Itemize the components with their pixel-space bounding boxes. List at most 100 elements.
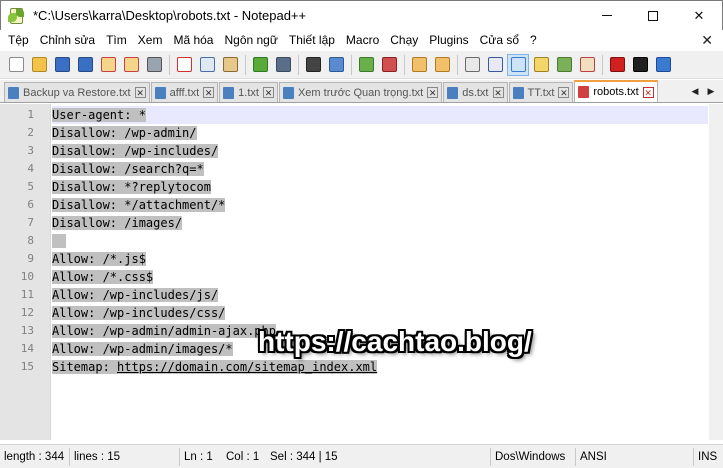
status-mode[interactable]: INS	[694, 448, 722, 466]
function-list-button[interactable]	[576, 54, 598, 76]
minimize-button[interactable]	[584, 1, 630, 31]
vertical-scrollbar[interactable]	[709, 104, 723, 440]
code-line[interactable]: Disallow: /wp-admin/	[52, 124, 197, 142]
word-wrap-button[interactable]	[461, 54, 483, 76]
tab-close-icon[interactable]: ✕	[427, 87, 439, 98]
status-lines: lines : 15	[70, 447, 180, 466]
editor-pane[interactable]: 1 2 3 4 5 6 7 8 9 10 11 12 13 14 15 User-agent: * Disal…	[0, 104, 723, 444]
indent-guide-button[interactable]	[507, 53, 529, 76]
udl-button[interactable]	[530, 54, 552, 76]
tab-3[interactable]: Xem trước Quan trọng.txt ✕	[278, 82, 443, 102]
menu-edit[interactable]: Chỉnh sửa	[35, 30, 101, 51]
sync-horizontal-button[interactable]	[431, 54, 453, 76]
unsaved-file-icon	[578, 86, 590, 98]
tab-5[interactable]: TT.txt ✕	[508, 82, 574, 102]
record-macro-button[interactable]	[606, 54, 628, 76]
menu-window[interactable]: Cửa sổ	[475, 30, 525, 51]
tab-close-icon[interactable]: ✕	[134, 87, 146, 98]
line-number: 2	[27, 126, 34, 139]
tab-close-icon[interactable]: ✕	[558, 87, 570, 98]
open-file-icon	[31, 57, 47, 72]
tab-label: 1.txt	[238, 86, 259, 99]
code-line[interactable]: Disallow: /wp-includes/	[52, 142, 219, 160]
line-number: 4	[27, 162, 34, 175]
code-line[interactable]: Sitemap: https://domain.com/sitemap_inde…	[52, 358, 378, 376]
udl-icon	[533, 57, 549, 72]
code-line[interactable]: Allow: /wp-includes/css/	[52, 304, 226, 322]
zoom-out-button[interactable]	[378, 54, 400, 76]
menu-encoding[interactable]: Mã hóa	[168, 30, 219, 51]
play-macro-button[interactable]	[652, 54, 674, 76]
code-line[interactable]: Disallow: */attachment/*	[52, 196, 226, 214]
menu-view[interactable]: Xem	[133, 30, 169, 51]
code-line[interactable]: Disallow: *?replytocom	[52, 178, 211, 196]
tab-0[interactable]: Backup va Restore.txt ✕	[4, 82, 150, 102]
sync-vertical-icon	[411, 57, 427, 72]
close-window-button[interactable]: ✕	[676, 1, 722, 31]
sync-vertical-button[interactable]	[408, 54, 430, 76]
tab-2[interactable]: 1.txt ✕	[219, 82, 278, 102]
copy-button[interactable]	[196, 54, 218, 76]
status-encoding[interactable]: ANSI	[576, 447, 694, 466]
menu-run[interactable]: Chạy	[385, 30, 424, 51]
tab-6[interactable]: robots.txt ✕	[574, 80, 658, 102]
menu-bar: Tệp Chỉnh sửa Tìm Xem Mã hóa Ngôn ngữ Th…	[0, 30, 723, 51]
tab-close-icon[interactable]: ✕	[492, 87, 504, 98]
close-file-button[interactable]	[97, 54, 119, 76]
line-number: 13	[20, 324, 34, 337]
copy-icon	[199, 57, 215, 72]
saved-file-icon	[154, 86, 166, 99]
cut-button[interactable]	[173, 54, 195, 76]
code-area[interactable]: User-agent: * Disallow: /wp-admin/Disallo…	[52, 104, 709, 440]
undo-button[interactable]	[249, 54, 271, 76]
close-all-button[interactable]	[120, 54, 142, 76]
paste-button[interactable]	[219, 54, 241, 76]
code-line[interactable]: Allow: /wp-admin/admin-ajax.php	[52, 322, 276, 340]
save-all-button[interactable]	[74, 54, 96, 76]
zoom-in-button[interactable]	[355, 54, 377, 76]
doc-map-button[interactable]	[553, 54, 575, 76]
save-button[interactable]	[51, 54, 73, 76]
find-button[interactable]	[302, 54, 324, 76]
code-line[interactable]: Disallow: /images/	[52, 214, 183, 232]
sitemap-url-link[interactable]: https://domain.com/sitemap_index.xml	[117, 360, 377, 374]
new-file-button[interactable]	[5, 54, 27, 76]
redo-button[interactable]	[272, 54, 294, 76]
open-file-button[interactable]	[28, 54, 50, 76]
menu-settings[interactable]: Thiết lập	[284, 30, 341, 51]
status-eol[interactable]: Dos\Windows	[491, 447, 576, 466]
line-number: 6	[27, 198, 34, 211]
code-line[interactable]: Allow: /wp-includes/js/	[52, 286, 219, 304]
code-line[interactable]	[52, 232, 67, 250]
close-document-button[interactable]: ✕	[701, 32, 713, 49]
tab-4[interactable]: ds.txt ✕	[443, 82, 508, 102]
code-line[interactable]: User-agent: *	[52, 106, 146, 124]
tab-close-icon[interactable]: ✕	[642, 86, 654, 98]
minimize-icon	[602, 15, 612, 16]
replace-button[interactable]	[325, 54, 347, 76]
code-line-text: Disallow: /search?q=*	[52, 162, 204, 176]
code-line[interactable]: Disallow: /search?q=*	[52, 160, 204, 178]
tab-scroll-right-button[interactable]: ▶	[703, 84, 719, 99]
menu-search[interactable]: Tìm	[101, 30, 133, 51]
menu-macro[interactable]: Macro	[341, 30, 385, 51]
line-number: 10	[20, 270, 34, 283]
print-button[interactable]	[143, 54, 165, 76]
menu-help[interactable]: ?	[525, 30, 543, 51]
tab-close-icon[interactable]: ✕	[262, 87, 274, 98]
menu-language[interactable]: Ngôn ngữ	[219, 30, 283, 51]
code-line[interactable]: Allow: /*.css$	[52, 268, 154, 286]
code-line[interactable]: Allow: /wp-admin/images/*	[52, 340, 233, 358]
stop-record-button[interactable]	[629, 54, 651, 76]
code-line-text: Allow: /*.css$	[52, 270, 154, 284]
tab-scroll-left-button[interactable]: ◀	[687, 84, 703, 99]
code-line[interactable]: Allow: /*.js$	[52, 250, 146, 268]
tab-close-icon[interactable]: ✕	[203, 87, 215, 98]
tab-1[interactable]: afff.txt ✕	[150, 82, 219, 102]
maximize-button[interactable]	[630, 1, 676, 31]
show-all-chars-button[interactable]	[484, 54, 506, 76]
menu-file[interactable]: Tệp	[3, 30, 35, 51]
code-line-text: Allow: /wp-admin/images/*	[52, 342, 233, 356]
menu-plugins[interactable]: Plugins	[424, 30, 474, 51]
line-number: 11	[20, 288, 34, 301]
